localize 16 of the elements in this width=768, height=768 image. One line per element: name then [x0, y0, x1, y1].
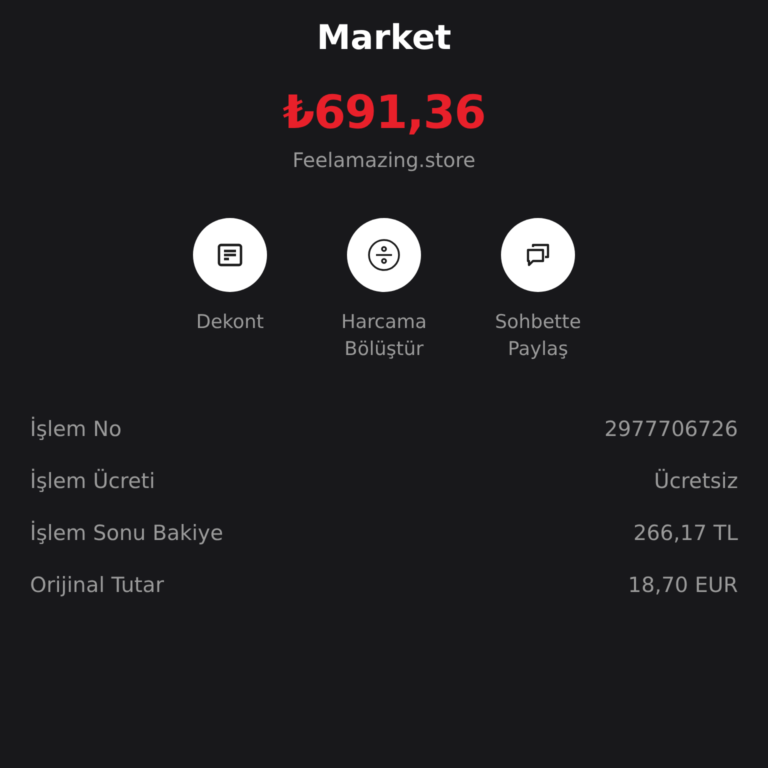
- receipt-icon: [216, 241, 244, 269]
- detail-label: İşlem No: [30, 417, 122, 441]
- merchant-title: Market: [316, 17, 452, 60]
- detail-value: 2977706726: [604, 417, 738, 441]
- divide-icon: [367, 238, 401, 272]
- detail-label: İşlem Sonu Bakiye: [30, 521, 224, 545]
- merchant-website: Feelamazing.store: [292, 147, 476, 174]
- amount: ₺691,36: [282, 84, 486, 141]
- action-label: Dekont: [195, 310, 265, 335]
- detail-value: Ücretsiz: [654, 469, 738, 493]
- detail-value: 18,70 EUR: [628, 573, 738, 597]
- detail-label: Orijinal Tutar: [30, 573, 164, 597]
- detail-label: İşlem Ücreti: [30, 469, 156, 493]
- action-label: Harcama Bölüştür: [340, 310, 428, 362]
- action-label: Sohbette Paylaş: [494, 310, 582, 362]
- detail-value: 266,17 TL: [633, 521, 738, 545]
